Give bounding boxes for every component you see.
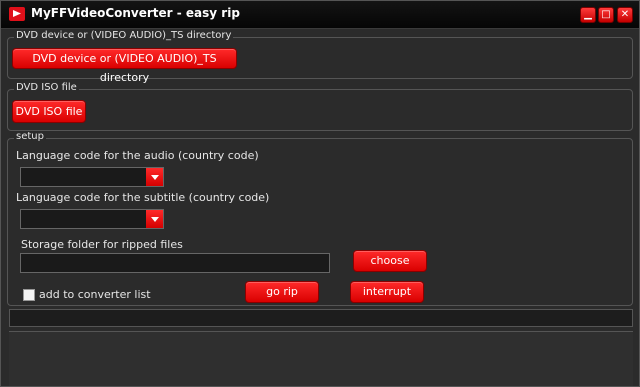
- log-panel[interactable]: [9, 331, 633, 386]
- interrupt-button[interactable]: interrupt: [350, 281, 424, 303]
- audio-language-dropdown[interactable]: [20, 167, 164, 187]
- choose-button[interactable]: choose: [353, 250, 427, 272]
- dvd-device-group-label: DVD device or (VIDEO AUDIO)_TS directory: [14, 30, 234, 41]
- subtitle-language-dropdown[interactable]: [20, 209, 164, 229]
- dvd-iso-group: DVD ISO file DVD ISO file: [7, 82, 633, 131]
- chevron-down-icon[interactable]: [146, 210, 163, 228]
- add-to-converter-checkbox[interactable]: [23, 289, 35, 301]
- dvd-iso-group-label: DVD ISO file: [14, 82, 79, 93]
- go-rip-button[interactable]: go rip: [245, 281, 319, 303]
- window-title: MyFFVideoConverter - easy rip: [31, 6, 240, 20]
- audio-language-label: Language code for the audio (country cod…: [16, 149, 259, 162]
- add-to-converter-label: add to converter list: [39, 288, 151, 301]
- video-converter-icon: [9, 7, 25, 21]
- setup-group-label: setup: [14, 131, 46, 142]
- maximize-button[interactable]: □: [598, 7, 614, 23]
- subtitle-language-label: Language code for the subtitle (country …: [16, 191, 270, 204]
- storage-folder-input[interactable]: [20, 253, 330, 273]
- setup-group: setup Language code for the audio (count…: [7, 131, 633, 306]
- app-window: MyFFVideoConverter - easy rip ▁ □ ✕ DVD …: [0, 0, 640, 387]
- dvd-iso-button[interactable]: DVD ISO file: [12, 100, 86, 123]
- minimize-button[interactable]: ▁: [580, 7, 596, 23]
- close-button[interactable]: ✕: [617, 7, 633, 23]
- storage-folder-label: Storage folder for ripped files: [21, 238, 183, 251]
- title-bar[interactable]: MyFFVideoConverter - easy rip ▁ □ ✕: [1, 1, 639, 29]
- status-bar: [9, 309, 633, 327]
- dvd-device-button[interactable]: DVD device or (VIDEO AUDIO)_TS directory: [12, 48, 237, 84]
- chevron-down-icon[interactable]: [146, 168, 163, 186]
- dvd-device-group: DVD device or (VIDEO AUDIO)_TS directory…: [7, 30, 633, 84]
